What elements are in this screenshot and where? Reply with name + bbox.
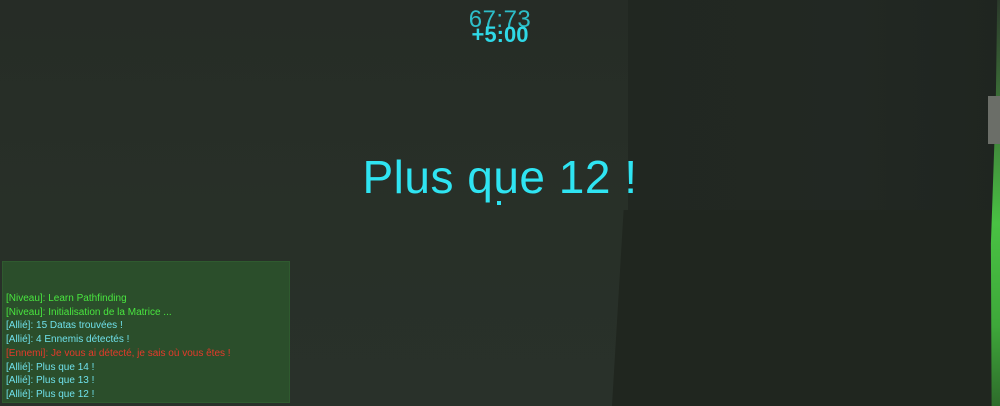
chat-message: [Niveau]: Initialisation de la Matrice .… (6, 306, 172, 318)
chat-message: [Allié]: 15 Datas trouvées ! (6, 320, 123, 332)
chat-message: [Niveau]: Learn Pathfinding (6, 293, 127, 304)
chat-log: [Niveau]: Learn Pathfinding [Niveau]: In… (2, 261, 290, 403)
timer-display: 67:73 +5:00 (0, 8, 1000, 46)
wall-right-lower (612, 210, 1000, 406)
game-viewport[interactable]: 67:73 +5:00 Plus que 12 ! [Niveau]: Lear… (0, 0, 1000, 406)
chat-message: [Allié]: Plus que 13 ! (6, 375, 95, 387)
announcement-text: Plus que 12 ! (362, 151, 638, 203)
grey-block (988, 96, 1000, 144)
crosshair-icon (497, 201, 501, 205)
chat-message: [Allié]: Plus que 14 ! (6, 361, 95, 373)
chat-message: [Ennemi]: Je vous ai détecté, je sais où… (6, 347, 231, 359)
timer-value: 67:73 (468, 6, 532, 33)
chat-message: [Allié]: Plus que 12 ! (6, 388, 95, 400)
chat-message: [Allié]: 4 Ennemis détectés ! (6, 334, 130, 346)
